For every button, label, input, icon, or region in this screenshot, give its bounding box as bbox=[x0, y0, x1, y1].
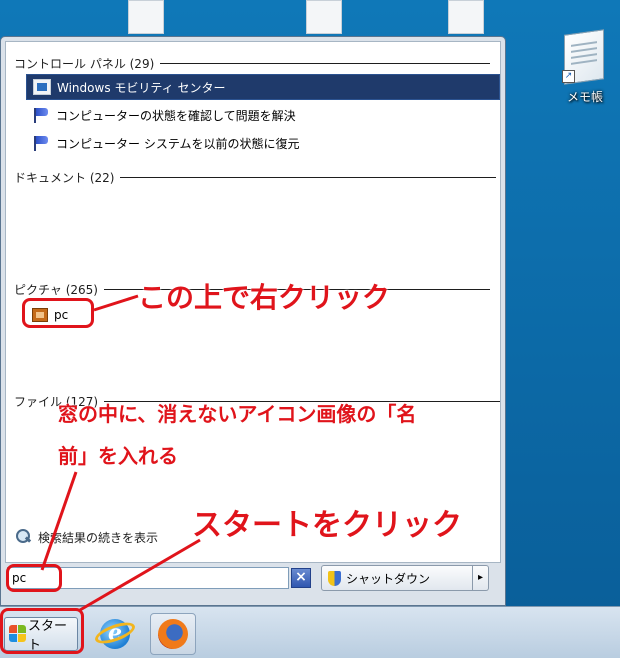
shutdown-options-button[interactable]: ▸ bbox=[473, 565, 489, 591]
annotation-instruction-line1: 窓の中に、消えないアイコン画像の「名 bbox=[58, 402, 417, 426]
group-header-control-panel[interactable]: コントロール パネル (29) bbox=[14, 54, 491, 72]
internet-explorer-taskbar-button[interactable]: e bbox=[92, 613, 138, 655]
result-label: コンピューターの状態を確認して問題を解決 bbox=[56, 108, 296, 123]
desktop-file-icon[interactable] bbox=[128, 0, 164, 34]
shutdown-button[interactable]: シャットダウン bbox=[321, 565, 473, 591]
mobility-center-icon bbox=[33, 79, 51, 95]
result-label: Windows モビリティ センター bbox=[57, 80, 226, 95]
taskbar: スタート e bbox=[0, 606, 620, 658]
result-mobility-center[interactable]: Windows モビリティ センター bbox=[26, 74, 500, 100]
see-more-results-link[interactable]: 検索結果の続きを表示 bbox=[16, 526, 158, 548]
firefox-icon bbox=[158, 619, 188, 649]
group-header-documents[interactable]: ドキュメント (22) bbox=[14, 168, 497, 186]
group-header-label: コントロール パネル (29) bbox=[14, 56, 155, 71]
result-troubleshoot[interactable]: コンピューターの状態を確認して問題を解決 bbox=[26, 102, 500, 128]
group-header-label: ドキュメント (22) bbox=[14, 170, 115, 185]
clear-search-button[interactable]: × bbox=[291, 568, 311, 588]
firefox-taskbar-button[interactable] bbox=[150, 613, 196, 655]
shortcut-arrow-icon: ↗ bbox=[562, 70, 575, 83]
action-center-flag-icon bbox=[32, 135, 50, 151]
shutdown-label: シャットダウン bbox=[346, 571, 431, 586]
annotation-instruction-line2: 前」を入れる bbox=[58, 444, 178, 468]
callout-pc-result bbox=[22, 298, 94, 328]
action-center-flag-icon bbox=[32, 107, 50, 123]
see-more-label: 検索結果の続きを表示 bbox=[38, 530, 159, 545]
notepad-shortcut[interactable]: ↗ メモ帳 bbox=[552, 29, 618, 110]
desktop-file-icon[interactable] bbox=[306, 0, 342, 34]
callout-start-button bbox=[0, 608, 84, 654]
annotation-right-click: この上で右クリック bbox=[138, 281, 391, 314]
result-label: コンピューター システムを以前の状態に復元 bbox=[56, 136, 300, 151]
magnifier-icon bbox=[16, 529, 32, 545]
result-system-restore[interactable]: コンピューター システムを以前の状態に復元 bbox=[26, 130, 500, 156]
divider bbox=[120, 176, 497, 178]
desktop-file-icon[interactable] bbox=[448, 0, 484, 34]
callout-search-box bbox=[6, 564, 62, 592]
divider bbox=[160, 62, 491, 64]
group-header-label: ピクチャ (265) bbox=[14, 282, 98, 297]
annotation-start-click: スタートをクリック bbox=[192, 508, 462, 543]
uac-shield-icon bbox=[328, 571, 341, 586]
desktop-top-icons bbox=[0, 0, 620, 40]
notepad-label: メモ帳 bbox=[566, 90, 603, 104]
